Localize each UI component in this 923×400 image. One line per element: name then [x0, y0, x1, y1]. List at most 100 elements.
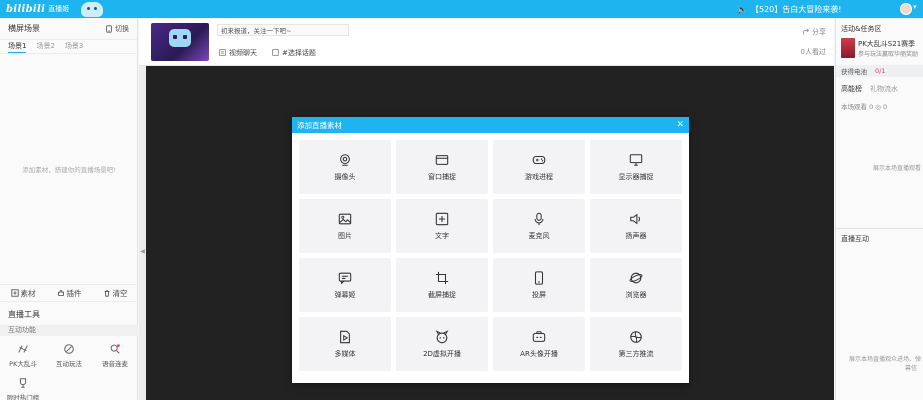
material-label: 多媒体 — [334, 349, 356, 358]
collapse-arrow-icon[interactable]: ◀ — [139, 248, 146, 255]
event-title: PK大乱斗S21赛季 — [858, 40, 916, 48]
tool-label: 互动玩法 — [56, 360, 82, 368]
stream-icon — [630, 330, 642, 343]
left-collapse-strip[interactable] — [139, 66, 146, 400]
material-ar-avatar[interactable]: AR头像开播 — [493, 317, 585, 371]
material-browser[interactable]: 浏览器 — [590, 258, 682, 312]
material-label: 摄像头 — [334, 172, 356, 181]
window-icon — [435, 154, 449, 165]
tab-high-energy[interactable]: 高能榜 — [841, 84, 862, 94]
scene-panel-title: 横屏场景 — [8, 24, 40, 33]
announcement[interactable]: 🔈 【520】告白大冒险来袭! — [737, 0, 841, 18]
interaction-empty-hint-line2: 幕信 — [904, 365, 917, 372]
material-label: 弹幕姬 — [334, 290, 356, 299]
switch-label: 切换 — [115, 24, 129, 33]
chevron-down-icon[interactable]: ▾ — [913, 3, 917, 11]
event-description: 参与玩法赢取华丽奖励 — [858, 51, 919, 58]
material-camera[interactable]: 摄像头 — [299, 140, 391, 194]
material-label: 素材 — [20, 288, 36, 298]
material-label: 文字 — [435, 231, 449, 240]
material-label: 浏览器 — [625, 290, 647, 299]
tool-voice-link[interactable]: 语音连麦 — [92, 343, 138, 377]
tab-scene-1[interactable]: 场景1 — [8, 40, 27, 53]
plugin-button[interactable]: 插件 — [57, 288, 82, 299]
share-label: 分享 — [812, 28, 826, 36]
material-label: 窗口捕捉 — [428, 172, 456, 181]
ar-icon — [532, 330, 546, 342]
material-microphone[interactable]: 麦克风 — [493, 199, 585, 253]
material-third-party-stream[interactable]: 第三方推流 — [590, 317, 682, 371]
avatar-2d-icon — [435, 329, 449, 343]
danmaku-icon — [338, 272, 352, 284]
ranking-empty-hint: 展示本场直播观看 — [872, 165, 921, 172]
share-icon — [803, 28, 809, 35]
interactive-features-label: 互动功能 — [0, 325, 138, 336]
material-label: 显示器捕捉 — [618, 172, 654, 181]
tab-scene-3[interactable]: 场景3 — [65, 40, 83, 53]
announcement-text: 【520】告白大冒险来袭! — [750, 4, 842, 14]
app-name: 直播姬 — [48, 5, 70, 13]
tool-hot-rank[interactable]: 限时热门榜 — [0, 377, 46, 400]
dialog-title: 添加直播素材 — [297, 120, 342, 130]
scene-actions: 素材 插件 清空 — [0, 284, 138, 302]
ranking-tabs: 高能榜 礼物流水 — [841, 84, 898, 94]
material-text[interactable]: 文字 — [396, 199, 488, 253]
user-avatar[interactable] — [900, 3, 912, 15]
tool-grid: PK大乱斗 互动玩法 语音连麦 限时热门榜 — [0, 343, 138, 400]
clear-button[interactable]: 清空 — [103, 288, 128, 299]
tool-interactive-game[interactable]: 互动玩法 — [46, 343, 92, 377]
tab-gift-flow[interactable]: 礼物流水 — [870, 84, 898, 94]
stat-gift-value: 0 — [883, 103, 888, 111]
share-button[interactable]: 分享 — [802, 27, 826, 37]
tool-pk[interactable]: PK大乱斗 — [0, 343, 46, 377]
stats-row: 本场观看 0 ◎ 0 — [841, 101, 887, 111]
add-material-dialog: 添加直播素材 ✕ 摄像头 窗口捕捉 游戏进程 显示器捕捉 图片 文字 麦克风 扬… — [292, 117, 689, 383]
add-material-button[interactable]: 素材 — [10, 288, 36, 299]
material-2d-virtual[interactable]: 2D虚拟开播 — [396, 317, 488, 371]
topic-tag[interactable]: #选择话题 — [272, 47, 316, 58]
media-file-icon — [340, 330, 350, 343]
battery-task[interactable]: 获得电池 0/1 — [836, 65, 923, 77]
event-card[interactable]: PK大乱斗S21赛季 参与玩法赢取华丽奖励 — [841, 37, 923, 61]
category-tag[interactable]: 视频聊天 — [219, 47, 257, 58]
phone-icon — [534, 270, 544, 285]
material-multimedia[interactable]: 多媒体 — [299, 317, 391, 371]
topic-icon — [272, 49, 279, 56]
material-monitor-capture[interactable]: 显示器捕捉 — [590, 140, 682, 194]
plugin-icon — [57, 290, 64, 296]
material-speaker[interactable]: 扬声器 — [590, 199, 682, 253]
tool-label: PK大乱斗 — [9, 360, 37, 368]
material-label: 扬声器 — [625, 231, 647, 240]
material-danmaku[interactable]: 弹幕姬 — [299, 258, 391, 312]
bilibili-logo: bilibili — [6, 3, 46, 15]
stream-title-input[interactable] — [217, 24, 349, 36]
speaker-icon — [630, 213, 641, 224]
battery-label: 获得电池 — [841, 68, 867, 76]
topic-label: #选择话题 — [282, 48, 316, 57]
material-game-process[interactable]: 游戏进程 — [493, 140, 585, 194]
material-image[interactable]: 图片 — [299, 199, 391, 253]
dialog-header: 添加直播素材 ✕ — [292, 117, 689, 133]
switch-orientation-button[interactable]: 切换 — [105, 24, 129, 34]
crop-icon — [435, 271, 449, 284]
top-bar: bilibili 直播姬 🔈 【520】告白大冒险来袭! ▾ — [0, 0, 923, 18]
tab-scene-2[interactable]: 场景2 — [36, 40, 54, 53]
monitor-icon — [629, 153, 643, 166]
material-screenshot-capture[interactable]: 截屏捕捉 — [396, 258, 488, 312]
material-label: 截屏捕捉 — [428, 290, 456, 299]
right-panel: 活动&任务区 PK大乱斗S21赛季 参与玩法赢取华丽奖励 获得电池 0/1 高能… — [835, 18, 923, 400]
stream-cover[interactable] — [151, 23, 209, 61]
stat-watch-value: 0 — [869, 103, 874, 111]
close-icon[interactable]: ✕ — [676, 120, 684, 130]
browser-icon — [629, 272, 643, 283]
mascot-icon — [81, 1, 104, 17]
material-label: 游戏进程 — [525, 172, 553, 181]
category-label: 视频聊天 — [229, 48, 257, 57]
stat-watch-label: 本场观看 — [841, 103, 867, 111]
trash-icon — [104, 290, 109, 297]
image-icon — [338, 213, 352, 224]
material-screen-cast[interactable]: 投屏 — [493, 258, 585, 312]
pk-icon — [18, 345, 28, 353]
live-tools-title: 直播工具 — [8, 310, 40, 319]
material-window-capture[interactable]: 窗口捕捉 — [396, 140, 488, 194]
